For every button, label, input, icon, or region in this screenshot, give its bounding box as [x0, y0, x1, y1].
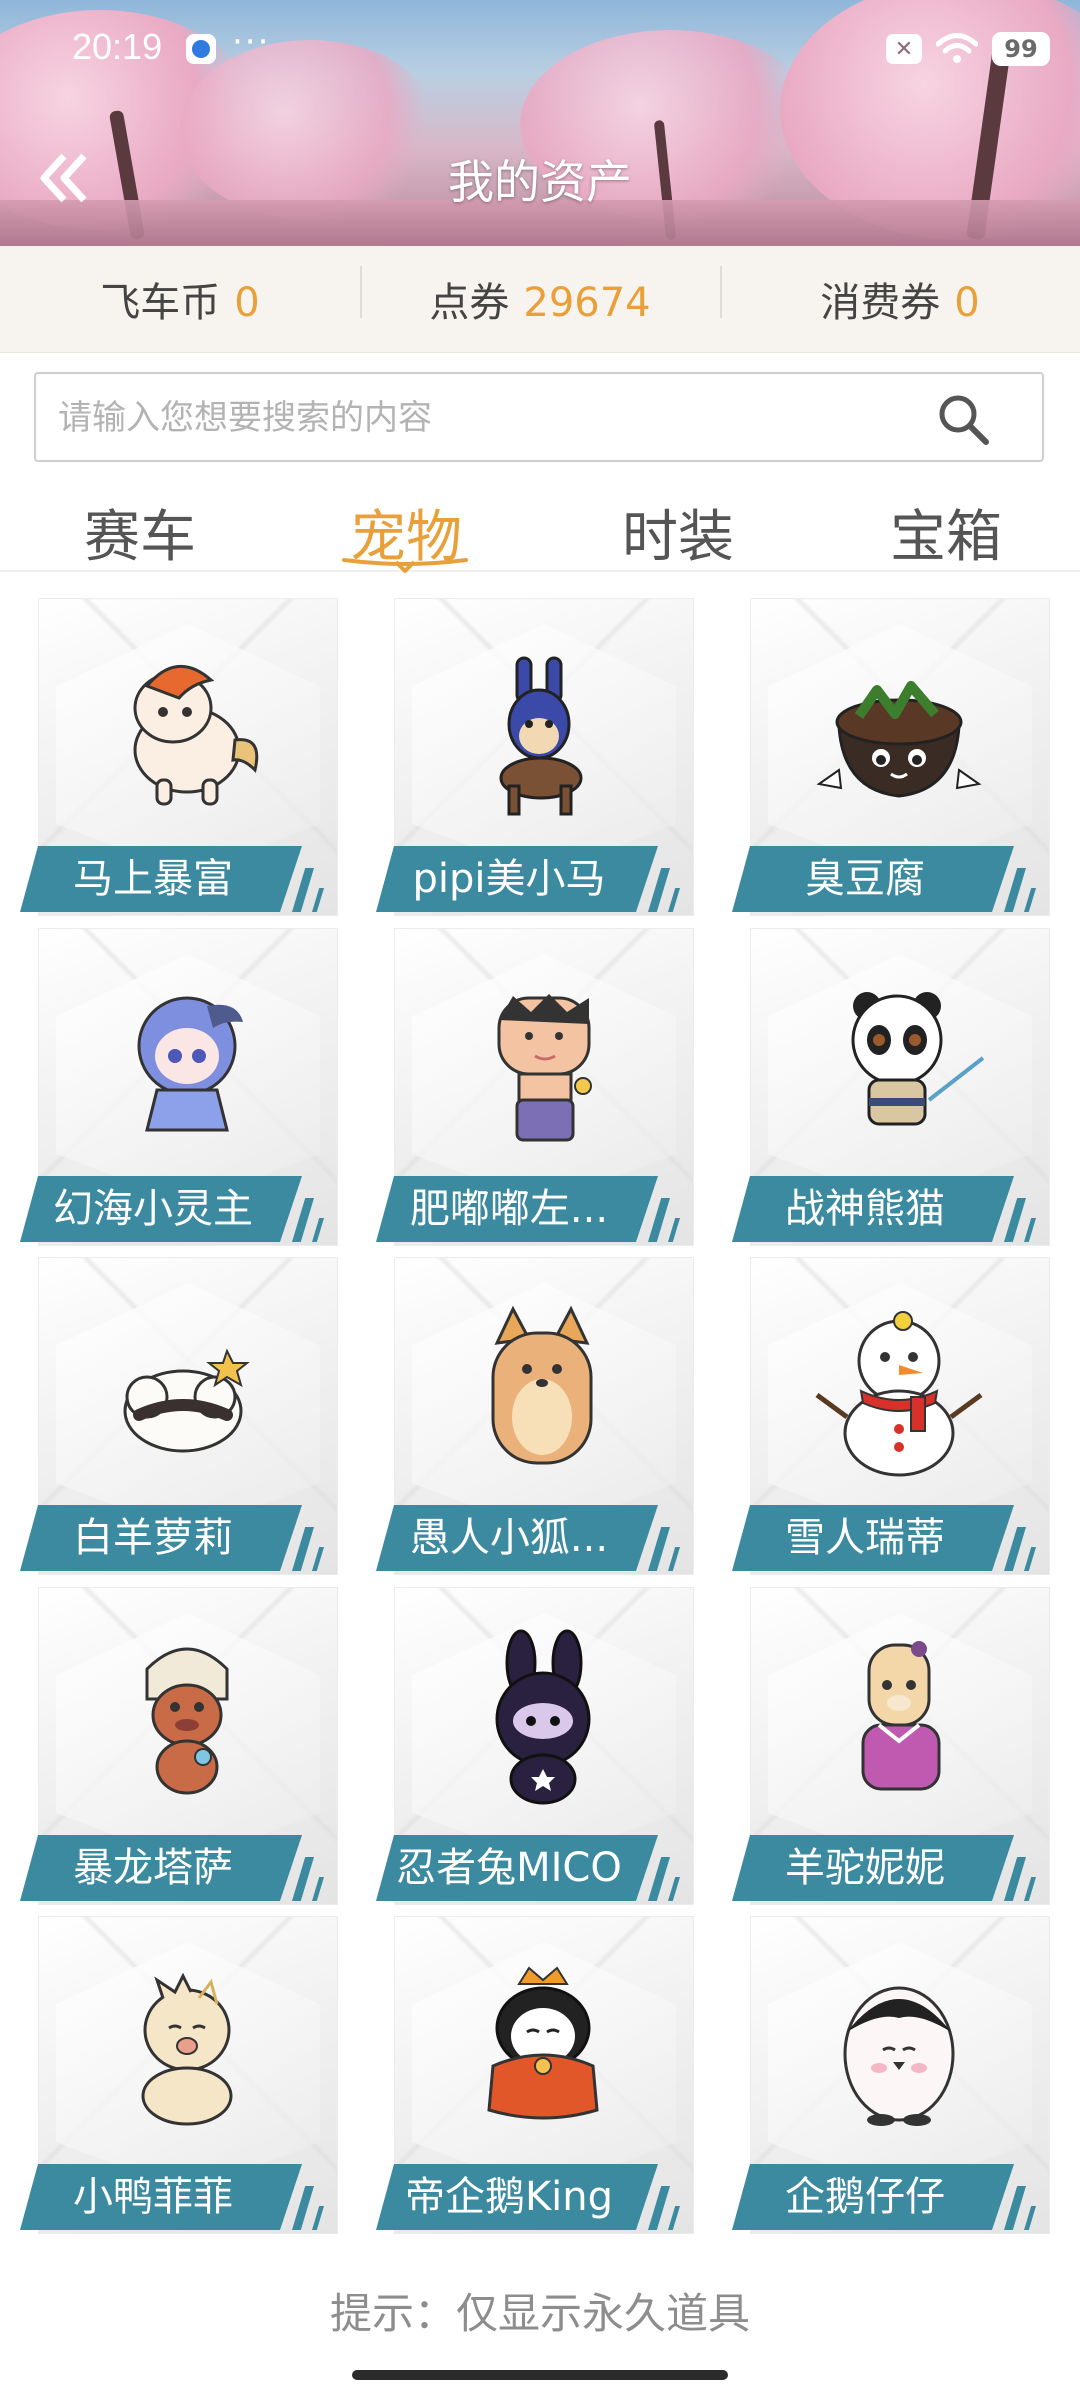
pet-name-label: 战神熊猫	[732, 1176, 1014, 1242]
pet-card[interactable]: 忍者兔MICO	[388, 1587, 698, 1907]
sheep-icon	[123, 1348, 250, 1453]
tab-racing-cars[interactable]: 赛车	[40, 492, 240, 573]
pet-card[interactable]: 羊驼妮妮	[744, 1587, 1054, 1907]
page-title: 我的资产	[448, 155, 632, 209]
alpaca-icon	[861, 1641, 941, 1791]
pet-card[interactable]: 白羊萝莉	[32, 1257, 342, 1577]
pet-card[interactable]: 雪人瑞蒂	[744, 1257, 1054, 1577]
pet-name-label: 幻海小灵主	[20, 1176, 302, 1242]
home-indicator[interactable]	[352, 2370, 728, 2380]
donkey-icon	[499, 656, 583, 816]
pet-name-label: 愚人小狐...	[376, 1505, 658, 1571]
currency-value: 0	[954, 280, 980, 326]
pony-icon	[133, 665, 259, 806]
pet-card[interactable]: 臭豆腐	[744, 598, 1054, 918]
cartoon-boy-icon	[497, 994, 592, 1142]
search-icon[interactable]	[936, 392, 990, 446]
pet-card[interactable]: 战神熊猫	[744, 928, 1054, 1248]
tab-treasure-box[interactable]: 宝箱	[846, 492, 1046, 573]
pet-name-label: 羊驼妮妮	[732, 1835, 1014, 1901]
currency-dianquan: 点券 29674	[360, 266, 720, 328]
sim-off-icon: ✕	[886, 34, 922, 64]
pet-card[interactable]: 马上暴富	[32, 598, 342, 918]
penguin-chick-icon	[843, 1986, 955, 2126]
pet-card[interactable]: 暴龙塔萨	[32, 1587, 342, 1907]
footer-hint: 提示：仅显示永久道具	[329, 2289, 750, 2338]
fox-icon	[491, 1305, 593, 1465]
currency-label: 消费券	[820, 280, 941, 326]
more-notifications-icon: ···	[232, 22, 271, 62]
stinky-tofu-icon	[816, 681, 982, 798]
pet-card[interactable]: 企鹅仔仔	[744, 1916, 1054, 2236]
pet-card[interactable]: 肥嘟嘟左...	[388, 928, 698, 1248]
duckling-icon	[141, 1972, 233, 2126]
baby-dino-icon	[145, 1647, 229, 1795]
pet-name-label: 企鹅仔仔	[732, 2164, 1014, 2230]
tab-fashion[interactable]: 时装	[578, 492, 778, 573]
panda-warrior-icon	[851, 992, 985, 1126]
battery-icon: 99	[992, 32, 1050, 66]
pet-name-label: 暴龙塔萨	[20, 1835, 302, 1901]
pet-name-label: 小鸭菲菲	[20, 2164, 302, 2230]
currency-feicheb: 飞车币 0	[0, 270, 360, 328]
search-box	[34, 372, 1044, 462]
pet-name-label: 臭豆腐	[732, 846, 1014, 912]
pet-name-label: 忍者兔MICO	[376, 1835, 658, 1901]
currency-xiaofeiquan: 消费券 0	[720, 266, 1080, 328]
pet-name-label: 白羊萝莉	[20, 1505, 302, 1571]
pet-card[interactable]: 愚人小狐...	[388, 1257, 698, 1577]
pet-name-label: 雪人瑞蒂	[732, 1505, 1014, 1571]
king-penguin-icon	[487, 1966, 599, 2120]
currency-bar: 飞车币 0 点券 29674 消费券 0	[0, 246, 1080, 353]
category-tabs: 赛车 宠物 时装 宝箱	[0, 484, 1080, 573]
pet-name-label: 马上暴富	[20, 846, 302, 912]
snowman-icon	[815, 1311, 983, 1477]
status-bar: 20:19 ··· ✕ 99	[0, 0, 1080, 100]
app-notification-icon	[186, 34, 216, 64]
pet-name-label: pipi美小马	[376, 846, 658, 912]
currency-value: 29674	[523, 280, 651, 326]
pet-card[interactable]: 帝企鹅King	[388, 1916, 698, 2236]
header-banner: 20:19 ··· ✕ 99 我的资产	[0, 0, 1080, 246]
ninja-rabbit-icon	[495, 1629, 591, 1805]
pet-name-label: 帝企鹅King	[376, 2164, 658, 2230]
status-time: 20:19	[72, 26, 163, 67]
search-input[interactable]	[56, 374, 920, 462]
currency-value: 0	[234, 280, 260, 326]
wifi-icon	[936, 33, 978, 63]
pet-card[interactable]: 幻海小灵主	[32, 928, 342, 1248]
status-indicators: ✕ 99	[886, 30, 1050, 68]
currency-label: 飞车币	[100, 280, 221, 326]
pet-card[interactable]: pipi美小马	[388, 598, 698, 918]
blue-girl-icon	[137, 996, 243, 1132]
active-tab-indicator	[342, 558, 468, 573]
pet-name-label: 肥嘟嘟左...	[376, 1176, 658, 1242]
currency-label: 点券	[429, 280, 510, 326]
pet-card[interactable]: 小鸭菲菲	[32, 1916, 342, 2236]
